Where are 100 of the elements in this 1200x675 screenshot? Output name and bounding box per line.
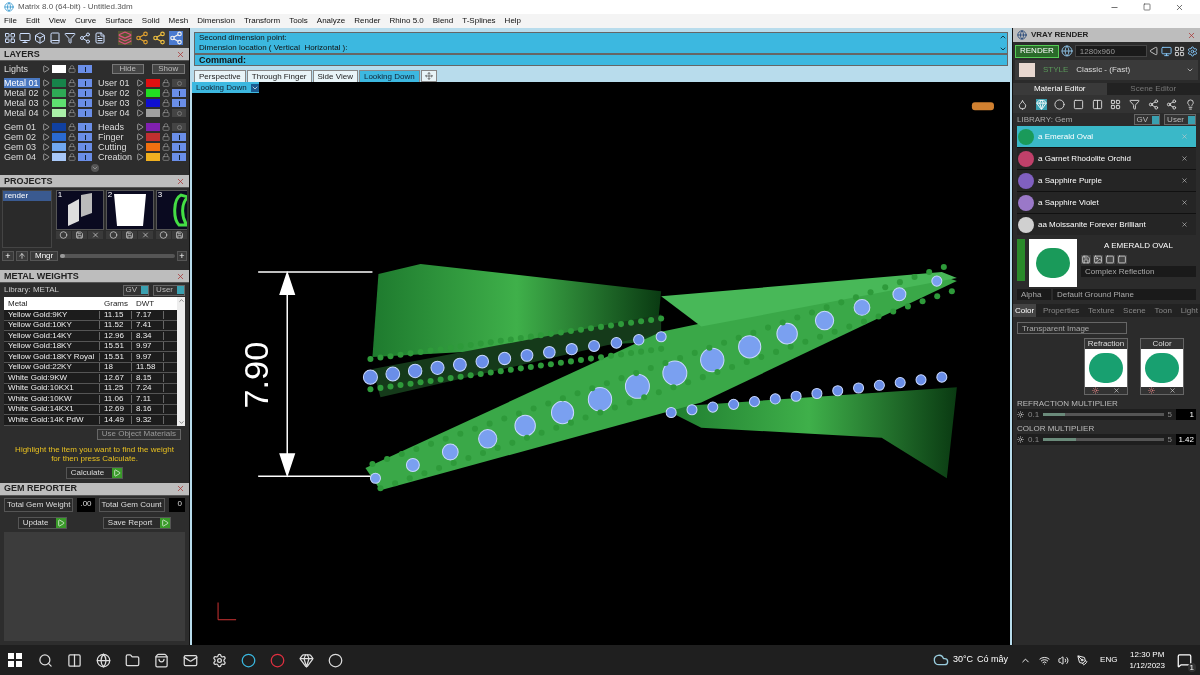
material-item[interactable]: aa Moissanite Forever Brilliant bbox=[1017, 214, 1196, 235]
remove-icon[interactable] bbox=[1181, 155, 1188, 162]
visibility-toggle[interactable] bbox=[172, 133, 186, 141]
table-row[interactable]: Yellow Gold:18KY Royal 15.51 9.97 bbox=[4, 352, 177, 363]
material-tool-icon[interactable] bbox=[1166, 98, 1178, 110]
editor-tab[interactable]: Material Editor bbox=[1013, 83, 1107, 95]
remove-icon[interactable] bbox=[1113, 387, 1120, 394]
property-tab[interactable]: Properties bbox=[1040, 304, 1082, 317]
library-toggle[interactable]: User bbox=[1164, 114, 1196, 125]
lock-icon[interactable] bbox=[68, 153, 76, 161]
square-icon[interactable] bbox=[1105, 255, 1115, 264]
menu-item[interactable]: Edit bbox=[25, 17, 40, 25]
render-button[interactable]: RENDER bbox=[1015, 44, 1059, 58]
maximize-icon[interactable] bbox=[1143, 3, 1151, 11]
layer-name[interactable]: Gem 04 bbox=[4, 152, 40, 162]
image-type-dropdown[interactable]: Transparent Image bbox=[1017, 322, 1127, 334]
property-tab[interactable]: Color bbox=[1013, 304, 1037, 317]
toolbar-icon[interactable] bbox=[4, 32, 16, 44]
close-icon[interactable] bbox=[176, 49, 185, 59]
scroll-up-icon[interactable] bbox=[999, 33, 1007, 41]
slider-track[interactable] bbox=[1043, 438, 1164, 441]
orientation-cube-icon[interactable] bbox=[971, 102, 994, 111]
layer-color-swatch[interactable] bbox=[146, 99, 160, 107]
lock-icon[interactable] bbox=[68, 123, 76, 131]
layer-name[interactable]: Creation bbox=[98, 152, 134, 162]
scroll-down-icon[interactable] bbox=[999, 45, 1007, 53]
menu-item[interactable]: Solid bbox=[141, 17, 160, 25]
viewport-tab[interactable]: Side View bbox=[312, 70, 358, 82]
project-thumbnail[interactable]: 3 bbox=[155, 190, 187, 230]
resolution-dropdown[interactable]: 1280x960 bbox=[1074, 45, 1147, 57]
shader-dropdown[interactable]: Complex Reflection bbox=[1081, 266, 1196, 277]
style-dropdown[interactable]: STYLE Classic - (Fast) bbox=[1015, 60, 1198, 80]
viewport-tab[interactable]: Through Finger bbox=[246, 70, 312, 82]
language-indicator[interactable]: ENG bbox=[1100, 654, 1118, 666]
layer-name[interactable]: User 04 bbox=[98, 108, 134, 118]
globe-icon[interactable] bbox=[1060, 45, 1073, 57]
toolbar-icon[interactable] bbox=[94, 32, 106, 44]
layer-name[interactable]: User 02 bbox=[98, 88, 134, 98]
layer-color-swatch[interactable] bbox=[52, 133, 66, 141]
visibility-toggle[interactable] bbox=[78, 65, 92, 73]
layer-color-swatch[interactable] bbox=[52, 99, 66, 107]
emerald-swatch[interactable] bbox=[1141, 349, 1183, 387]
close-icon[interactable] bbox=[176, 484, 185, 493]
menu-item[interactable]: T-Splines bbox=[462, 17, 496, 25]
menu-item[interactable]: Dimension bbox=[197, 17, 235, 25]
column-header[interactable]: Grams bbox=[100, 297, 132, 310]
close-icon[interactable] bbox=[1187, 30, 1196, 40]
lock-icon[interactable] bbox=[68, 89, 76, 97]
layer-name[interactable]: Gem 03 bbox=[4, 142, 40, 152]
network-icon[interactable] bbox=[1039, 654, 1051, 666]
lock-icon[interactable] bbox=[68, 79, 76, 87]
taskbar-app-icon[interactable] bbox=[38, 652, 53, 668]
save-report-button[interactable]: Save Report bbox=[102, 516, 172, 529]
property-tab[interactable]: Texture bbox=[1086, 304, 1117, 317]
layer-color-swatch[interactable] bbox=[146, 143, 160, 151]
layer-color-swatch[interactable] bbox=[52, 65, 66, 73]
toolbar-icon[interactable] bbox=[49, 32, 61, 44]
lock-icon[interactable] bbox=[68, 109, 76, 117]
menu-item[interactable]: Tools bbox=[289, 17, 308, 25]
visibility-toggle[interactable] bbox=[78, 89, 92, 97]
viewport-tab[interactable]: Perspective bbox=[194, 70, 246, 82]
layer-name[interactable]: Metal 04 bbox=[4, 108, 40, 118]
calculate-button[interactable]: Calculate bbox=[65, 466, 124, 479]
layer-color-swatch[interactable] bbox=[52, 123, 66, 131]
layer-color-swatch[interactable] bbox=[52, 143, 66, 151]
move-up-button[interactable] bbox=[16, 251, 28, 261]
taskbar-app-icon[interactable] bbox=[125, 652, 140, 668]
project-thumbnail[interactable]: 2 bbox=[105, 190, 154, 230]
close-icon[interactable] bbox=[176, 271, 185, 281]
visibility-toggle[interactable] bbox=[172, 143, 186, 151]
layer-name[interactable]: Lights bbox=[4, 64, 40, 74]
material-tool-icon[interactable] bbox=[1091, 98, 1103, 110]
visibility-toggle[interactable] bbox=[78, 99, 92, 107]
slider-fill[interactable] bbox=[1043, 438, 1076, 441]
lock-icon[interactable] bbox=[162, 123, 170, 131]
color-wheel-icon[interactable] bbox=[1148, 387, 1155, 394]
menu-item[interactable]: View bbox=[48, 17, 66, 25]
table-row[interactable]: Yellow Gold:9KY 11.15 7.17 bbox=[4, 310, 177, 321]
save-icon[interactable] bbox=[71, 231, 87, 239]
viewport[interactable]: 7.90 Looking Down bbox=[192, 82, 1010, 645]
library-toggle[interactable]: User bbox=[153, 284, 185, 296]
add-button[interactable]: + bbox=[2, 251, 14, 261]
lock-icon[interactable] bbox=[162, 99, 170, 107]
lock-icon[interactable] bbox=[68, 99, 76, 107]
visibility-toggle[interactable] bbox=[78, 143, 92, 151]
table-row[interactable]: Yellow Gold:14KY 12.96 8.34 bbox=[4, 331, 177, 342]
layer-name[interactable]: Gem 02 bbox=[4, 132, 40, 142]
menu-item[interactable]: File bbox=[4, 17, 17, 25]
material-item[interactable]: a Sapphire Purple bbox=[1017, 170, 1196, 191]
square-icon[interactable] bbox=[1117, 255, 1127, 264]
library-toggle[interactable]: GV bbox=[1133, 114, 1161, 125]
visibility-toggle[interactable] bbox=[78, 123, 92, 131]
scroll-up-icon[interactable] bbox=[177, 297, 185, 304]
lock-icon[interactable] bbox=[162, 133, 170, 141]
visibility-toggle[interactable] bbox=[78, 109, 92, 117]
manager-button[interactable]: Mngr bbox=[30, 251, 59, 261]
toolbar-icon[interactable] bbox=[135, 31, 149, 45]
project-item[interactable]: render bbox=[3, 191, 51, 201]
save-icon[interactable] bbox=[171, 231, 187, 239]
save-icon[interactable] bbox=[1081, 255, 1091, 264]
